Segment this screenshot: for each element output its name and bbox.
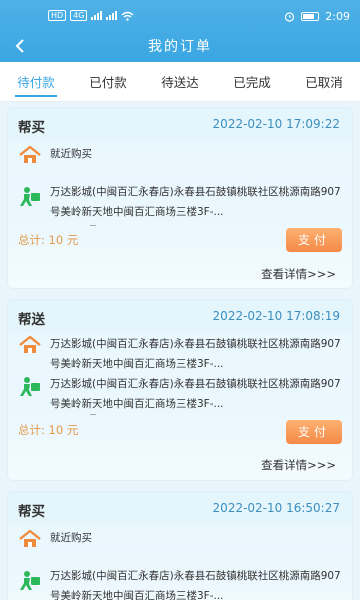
order-total: 总计: 10 元 [18,232,78,248]
order-time: 2022-02-10 16:50:27 [212,501,340,515]
order-card-header: 帮送 2022-02-10 17:08:19 [8,300,352,332]
battery-icon [301,12,320,21]
pickup-row: 就近购买 [18,144,338,166]
order-status-tabs: 待付款 已付款 待送达 已完成 已取消 [0,62,360,102]
clock: 2:09 [325,10,350,23]
delivery-row: 万达影城(中闽百汇永春店)永春县石鼓镇桃联社区桃源南路907号美岭新天地中闽百汇… [18,374,341,414]
view-details-link[interactable]: 查看详情>>> [261,266,336,282]
tab-paid[interactable]: 已付款 [87,66,129,97]
app-header: HD 4G 2:09 我的订单 [0,0,360,62]
pay-button[interactable]: 支付 [286,420,342,444]
order-time: 2022-02-10 17:09:22 [212,117,340,131]
order-type: 帮买 [18,120,45,136]
tab-pending-payment[interactable]: 待付款 [15,66,57,97]
tab-cancelled[interactable]: 已取消 [303,66,345,97]
alarm-icon [285,12,295,22]
delivery-address: 万达影城(中闽百汇永春店)永春县石鼓镇桃联社区桃源南路907号美岭新天地中闽百汇… [50,186,341,218]
page-title: 我的订单 [148,39,212,55]
tab-awaiting-delivery[interactable]: 待送达 [159,66,201,97]
total-value: 10 元 [48,423,79,437]
view-details-link[interactable]: 查看详情>>> [261,457,336,473]
delivery-address: 万达影城(中闽百汇永春店)永春县石鼓镇桃联社区桃源南路907号美岭新天地中闽百汇… [50,570,341,600]
order-time: 2022-02-10 17:08:19 [212,309,340,323]
delivery-address: 万达影城(中闽百汇永春店)永春县石鼓镇桃联社区桃源南路907号美岭新天地中闽百汇… [50,378,341,410]
home-icon [19,335,41,353]
order-card[interactable]: 帮送 2022-02-10 17:08:19 万达影城(中闽百汇永春店)永春县石… [8,300,352,480]
pickup-address: 万达影城(中闽百汇永春店)永春县石鼓镇桃联社区桃源南路907号美岭新天地中闽百汇… [50,338,341,370]
divider-dash [90,225,96,226]
pickup-row: 就近购买 [18,528,338,550]
order-type: 帮买 [18,504,45,520]
order-total: 总计: 10 元 [18,422,78,438]
pickup-address: 就近购买 [50,532,92,544]
courier-icon [20,377,40,396]
courier-icon [20,571,40,590]
order-list: 帮买 2022-02-10 17:09:22 就近购买 万达影城(中闽百汇永春店… [0,102,360,600]
pay-button[interactable]: 支付 [286,228,342,252]
order-card-header: 帮买 2022-02-10 16:50:27 [8,492,352,524]
order-type: 帮送 [18,312,45,328]
home-icon [19,529,41,547]
pickup-address: 就近购买 [50,148,92,160]
divider-dash [90,414,96,415]
wifi-icon [122,11,134,21]
order-card[interactable]: 帮买 2022-02-10 17:09:22 就近购买 万达影城(中闽百汇永春店… [8,108,352,288]
order-card[interactable]: 帮买 2022-02-10 16:50:27 就近购买 万达影城(中闽百汇永春店… [8,492,352,600]
total-label: 总计: [18,423,45,437]
delivery-row: 万达影城(中闽百汇永春店)永春县石鼓镇桃联社区桃源南路907号美岭新天地中闽百汇… [18,566,341,600]
delivery-row: 万达影城(中闽百汇永春店)永春县石鼓镇桃联社区桃源南路907号美岭新天地中闽百汇… [18,182,341,226]
pickup-row: 万达影城(中闽百汇永春店)永春县石鼓镇桃联社区桃源南路907号美岭新天地中闽百汇… [18,334,341,374]
4g-badge: 4G [70,10,88,21]
total-label: 总计: [18,233,45,247]
total-value: 10 元 [48,233,79,247]
hd-badge: HD [48,10,67,21]
status-bar: HD 4G 2:09 [0,0,360,32]
courier-icon [20,187,40,206]
signal-icon-2 [106,11,118,20]
signal-icon [91,11,103,20]
tab-completed[interactable]: 已完成 [231,66,273,97]
order-card-header: 帮买 2022-02-10 17:09:22 [8,108,352,140]
home-icon [19,145,41,163]
